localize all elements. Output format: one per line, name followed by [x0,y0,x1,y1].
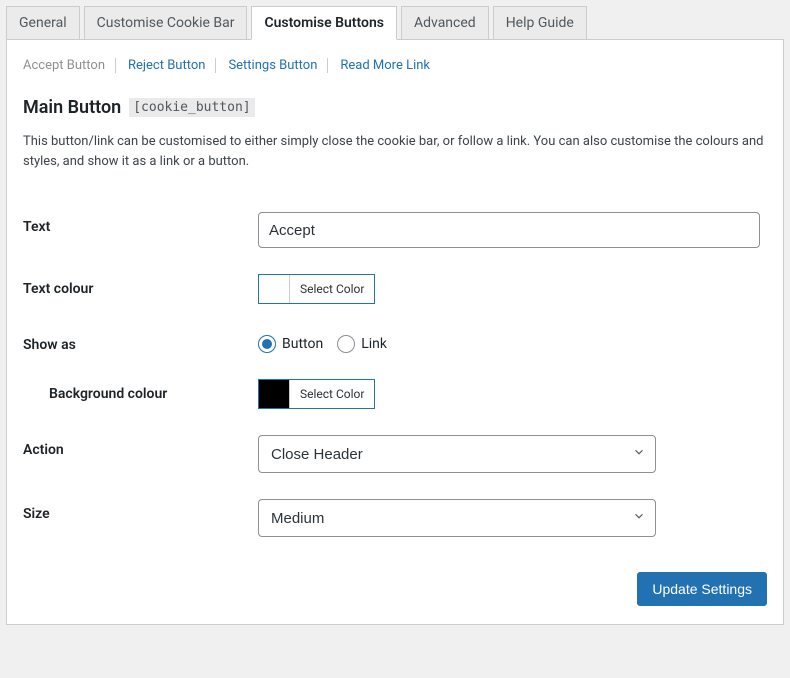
text-input[interactable] [258,212,760,248]
tab-advanced[interactable]: Advanced [401,6,489,40]
radio-button-input[interactable] [258,335,276,353]
show-as-button-option[interactable]: Button [258,335,323,353]
radio-link-label: Link [361,336,387,352]
shortcode-tag: [cookie_button] [129,98,254,117]
subtab-reject-button[interactable]: Reject Button [128,58,216,73]
background-colour-picker[interactable]: Select Color [258,379,375,409]
tab-customise-buttons[interactable]: Customise Buttons [251,6,397,40]
action-select[interactable]: Close Header [258,435,656,473]
section-heading: Main Button [23,97,121,118]
subtab-accept-button[interactable]: Accept Button [23,58,116,73]
show-as-label: Show as [23,317,258,366]
text-colour-button-label: Select Color [289,275,374,303]
show-as-link-option[interactable]: Link [337,335,387,353]
tab-customise-cookie-bar[interactable]: Customise Cookie Bar [84,6,248,40]
tab-general[interactable]: General [6,6,80,40]
sub-tabs: Accept Button Reject Button Settings But… [23,58,767,73]
subtab-settings-button[interactable]: Settings Button [228,58,328,73]
settings-panel: Accept Button Reject Button Settings But… [6,39,784,625]
update-settings-button[interactable]: Update Settings [637,572,767,606]
section-description: This button/link can be customised to ei… [23,132,767,171]
text-colour-label: Text colour [23,261,258,317]
size-select[interactable]: Medium [258,499,656,537]
background-colour-button-label: Select Color [289,380,374,408]
size-label: Size [23,486,258,550]
top-tabs: General Customise Cookie Bar Customise B… [6,6,784,40]
text-label: Text [23,199,258,261]
tab-help-guide[interactable]: Help Guide [493,6,587,40]
radio-link-input[interactable] [337,335,355,353]
background-colour-swatch [259,380,289,408]
text-colour-swatch [259,275,289,303]
background-colour-label: Background colour [23,366,258,422]
text-colour-picker[interactable]: Select Color [258,274,375,304]
radio-button-label: Button [282,336,323,352]
subtab-read-more-link[interactable]: Read More Link [340,58,440,73]
action-label: Action [23,422,258,486]
